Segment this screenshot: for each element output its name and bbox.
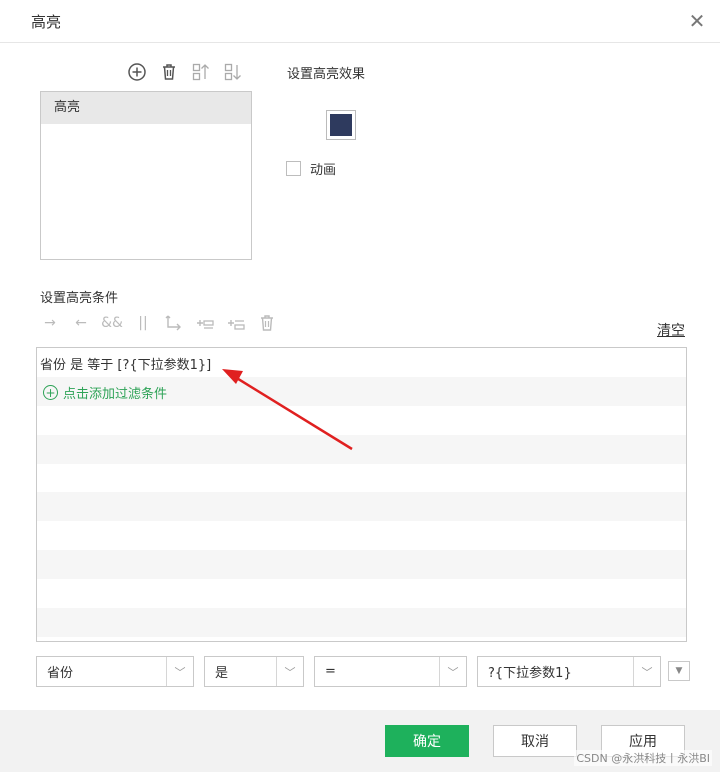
move-down-icon[interactable] (221, 60, 245, 84)
clear-link[interactable]: 清空 (657, 320, 685, 340)
close-icon[interactable]: ✕ (686, 10, 708, 32)
add-filter-link[interactable]: + 点击添加过滤条件 (43, 383, 167, 402)
chevron-down-icon: ﹀ (276, 657, 303, 686)
highlight-list: 高亮 (40, 91, 252, 260)
and-icon[interactable]: && (100, 312, 124, 334)
add-filter-label: 点击添加过滤条件 (63, 387, 168, 402)
animation-label: 动画 (310, 163, 337, 178)
is-operator-select[interactable]: 是 ﹀ (204, 656, 304, 687)
highlight-list-item[interactable]: 高亮 (41, 92, 251, 124)
append-condition-icon[interactable] (224, 312, 248, 334)
ok-button[interactable]: 确定 (385, 725, 469, 757)
add-circle-icon: + (43, 385, 58, 400)
field-select[interactable]: 省份 ﹀ (36, 656, 194, 687)
chevron-down-icon: ﹀ (166, 657, 193, 686)
delete-icon[interactable] (157, 60, 181, 84)
value-select[interactable]: ?{下拉参数1} ﹀ (477, 656, 661, 687)
condition-list: 省份 是 等于 [?{下拉参数1}] + 点击添加过滤条件 (36, 347, 687, 642)
indent-left-icon[interactable]: ← (69, 312, 93, 334)
delete-condition-icon[interactable] (255, 312, 279, 334)
move-up-icon[interactable] (189, 60, 213, 84)
value-type-dropdown[interactable]: ▼ (668, 661, 690, 681)
cancel-button[interactable]: 取消 (493, 725, 577, 757)
dialog-titlebar: 高亮 ✕ (0, 0, 720, 43)
highlight-list-toolbar (125, 60, 245, 84)
add-icon[interactable] (125, 60, 149, 84)
animation-checkbox[interactable] (286, 161, 301, 176)
indent-right-icon[interactable]: → (38, 312, 62, 334)
watermark: CSDN @永洪科技丨永洪BI (574, 750, 712, 766)
condition-section-title: 设置高亮条件 (40, 291, 119, 306)
chevron-down-icon: ﹀ (633, 657, 660, 686)
condition-expression[interactable]: 省份 是 等于 [?{下拉参数1}] (40, 354, 211, 373)
or-icon[interactable]: || (131, 312, 155, 334)
color-picker[interactable] (326, 110, 356, 140)
dialog-title: 高亮 (31, 13, 62, 31)
animation-option: 动画 (286, 159, 336, 178)
color-swatch-fill (330, 114, 352, 136)
effect-section-title: 设置高亮效果 (287, 67, 366, 82)
condition-toolbar: → ← && || (38, 312, 279, 334)
insert-condition-icon[interactable] (193, 312, 217, 334)
operator-select[interactable]: = ﹀ (314, 656, 467, 687)
swap-icon[interactable] (162, 312, 186, 334)
chevron-down-icon: ﹀ (439, 657, 466, 686)
